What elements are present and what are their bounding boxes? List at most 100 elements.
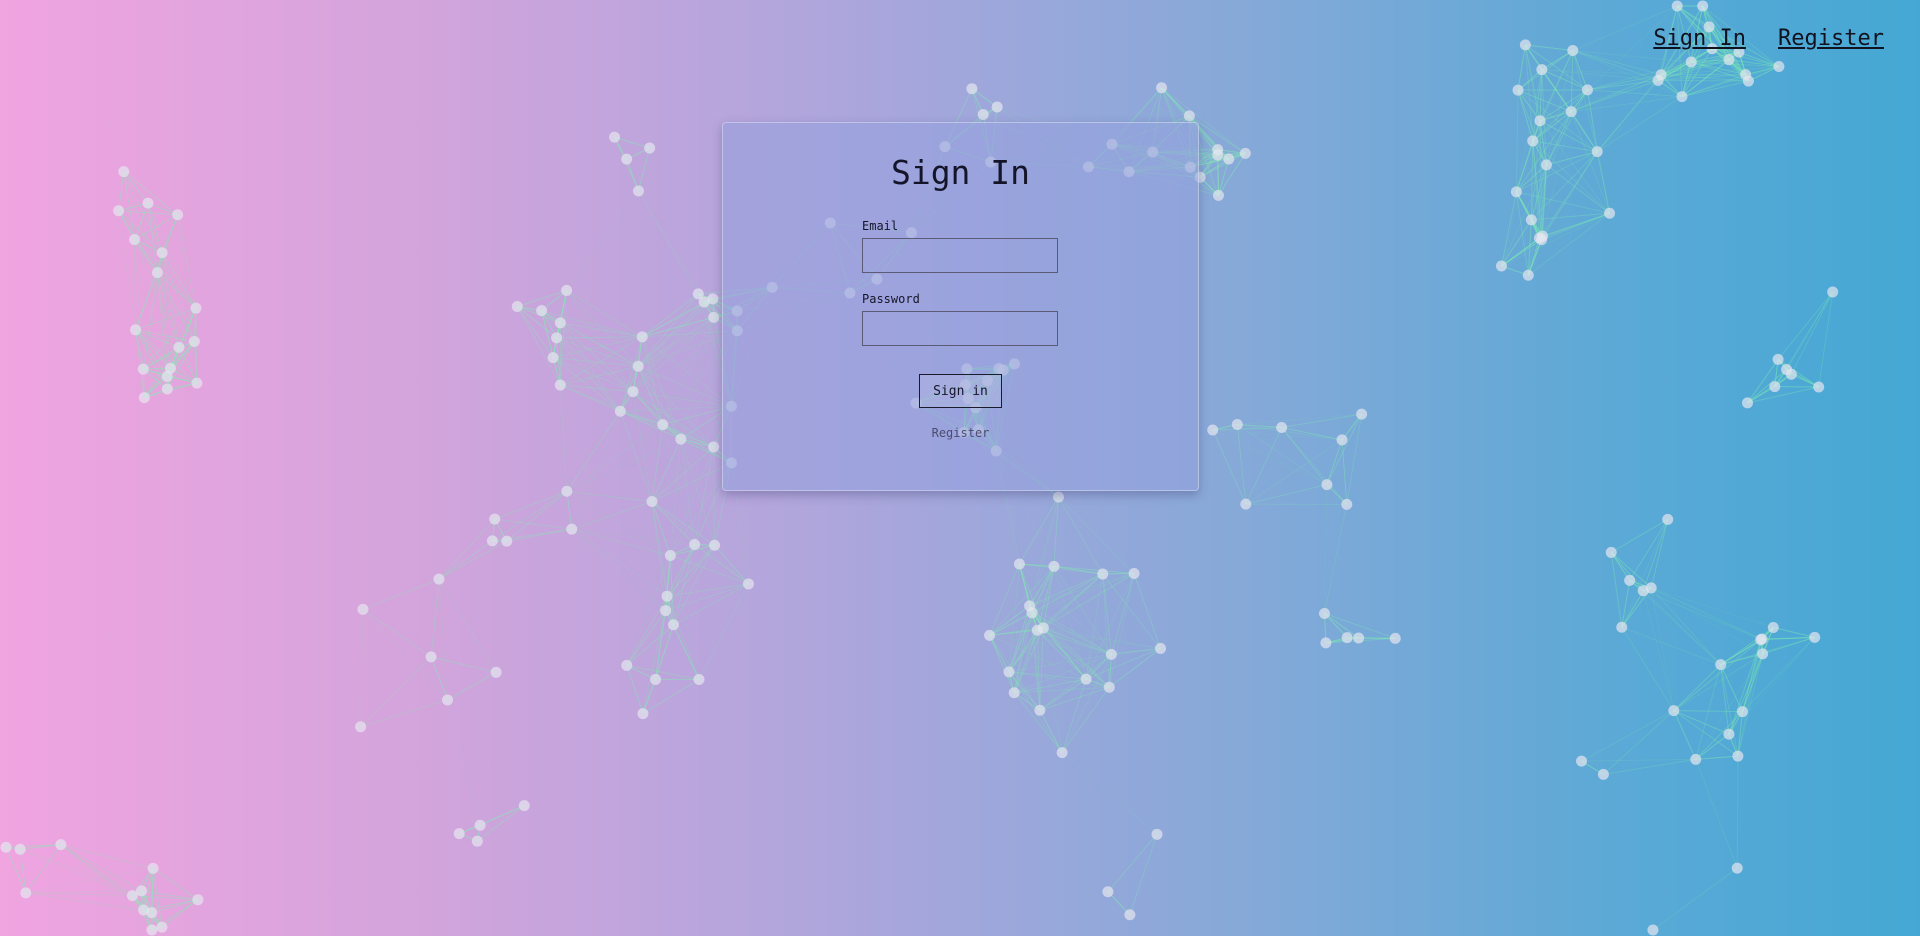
network-link [1657, 74, 1662, 81]
network-node [1690, 753, 1702, 765]
network-link [141, 868, 154, 892]
network-node [1565, 106, 1577, 118]
network-link [1013, 692, 1041, 711]
network-link [156, 214, 179, 273]
network-node [1540, 159, 1552, 171]
network-link [1018, 563, 1044, 629]
network-link [166, 307, 197, 377]
network-link [1524, 44, 1534, 141]
network-node [636, 331, 648, 343]
network-node [1207, 424, 1219, 436]
network-link [25, 892, 152, 914]
network-link [1530, 164, 1547, 221]
network-link [642, 624, 674, 714]
nav-sign-in-link[interactable]: Sign In [1653, 26, 1746, 51]
network-link [637, 366, 664, 425]
network-link [1572, 50, 1659, 81]
network-link [669, 439, 682, 556]
network-link [1085, 573, 1135, 680]
email-field[interactable] [862, 238, 1058, 273]
nav-register-link[interactable]: Register [1778, 26, 1884, 51]
network-link [1036, 566, 1055, 631]
network-link [135, 329, 168, 377]
network-link [626, 664, 656, 680]
network-node [709, 539, 721, 551]
network-node [614, 405, 626, 417]
network-link [651, 501, 695, 545]
network-link [571, 528, 695, 546]
network-link [517, 306, 643, 338]
network-link [1031, 496, 1059, 613]
network-node [191, 377, 203, 389]
network-link [670, 544, 715, 556]
network-link [1501, 235, 1543, 267]
network-link [362, 578, 440, 610]
network-node [1662, 513, 1674, 525]
network-link [669, 446, 715, 556]
network-node [1676, 91, 1688, 103]
register-link[interactable]: Register [723, 426, 1198, 440]
network-link [151, 912, 163, 928]
network-link [638, 365, 732, 407]
network-node [1024, 600, 1036, 612]
network-node [646, 496, 658, 508]
network-link [118, 171, 125, 211]
network-link [662, 424, 682, 440]
network-link [25, 892, 133, 897]
network-link [1762, 636, 1815, 640]
network-link [143, 272, 158, 398]
network-node [1341, 498, 1353, 510]
network-link [1541, 69, 1572, 112]
network-link [1031, 573, 1103, 614]
network-link [1326, 484, 1348, 505]
password-field[interactable] [862, 311, 1058, 346]
network-link [1657, 59, 1730, 81]
network-link [632, 317, 715, 392]
network-link [620, 405, 732, 412]
network-link [1237, 424, 1282, 428]
network-link [566, 190, 639, 291]
network-link [1786, 369, 1792, 375]
network-node [1697, 0, 1709, 12]
sign-in-button[interactable]: Sign in [919, 374, 1002, 408]
network-node [692, 288, 704, 300]
network-link [1085, 573, 1104, 680]
network-link [1199, 149, 1219, 178]
network-link [566, 490, 671, 556]
network-link [1650, 587, 1722, 665]
network-link [1013, 692, 1063, 753]
network-node [129, 234, 141, 246]
network-link [637, 365, 715, 448]
network-link [541, 310, 634, 392]
network-node [55, 839, 67, 851]
network-link [1019, 563, 1103, 575]
network-link [632, 293, 699, 392]
network-node [156, 247, 168, 259]
network-link [1039, 710, 1063, 753]
network-link [1515, 191, 1540, 239]
network-node [1240, 498, 1252, 510]
network-link [135, 329, 195, 342]
network-link [637, 301, 705, 367]
network-link [170, 347, 180, 369]
network-link [506, 528, 572, 542]
network-node [190, 302, 202, 314]
network-link [1728, 711, 1743, 735]
network-link [1019, 563, 1135, 575]
network-link [1539, 79, 1659, 122]
network-link [144, 382, 198, 399]
network-node [1624, 574, 1636, 586]
network-link [476, 825, 481, 842]
network-link [1085, 653, 1112, 680]
network-link [147, 202, 178, 216]
network-link [166, 347, 180, 377]
network-link [1545, 111, 1572, 166]
network-link [1760, 638, 1763, 641]
network-link [651, 501, 668, 597]
network-link [1541, 50, 1574, 71]
network-link [1008, 627, 1044, 673]
network-node [188, 335, 200, 347]
network-link [541, 310, 561, 324]
network-link [1546, 164, 1610, 214]
network-link [1660, 61, 1692, 76]
